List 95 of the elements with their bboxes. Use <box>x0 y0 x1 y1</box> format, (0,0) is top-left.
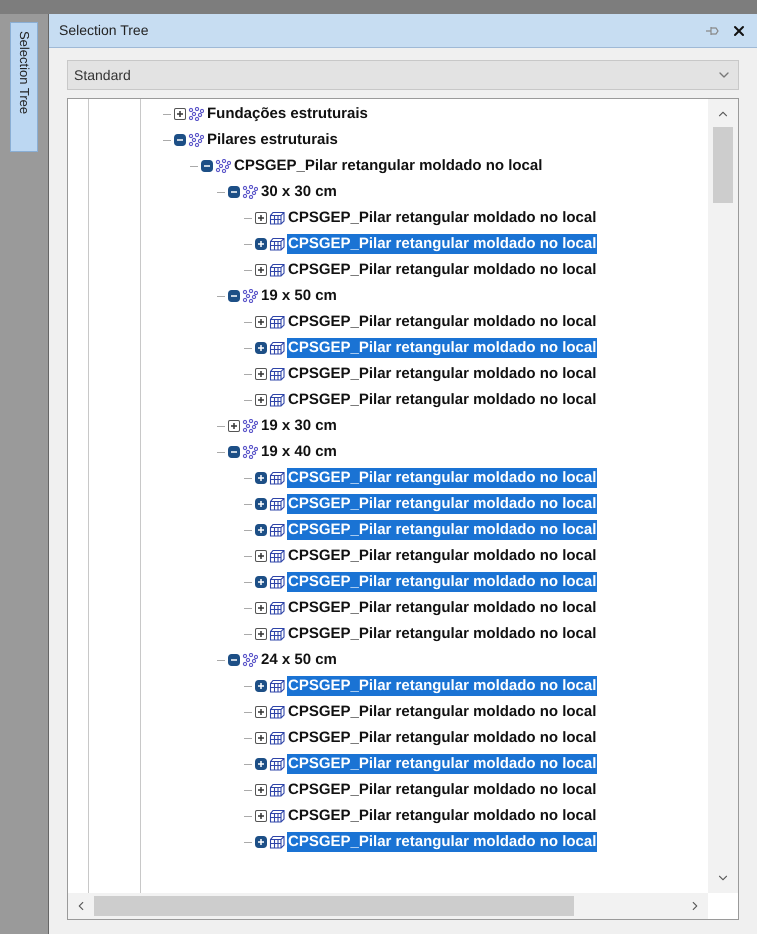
tree-item[interactable]: CPSGEP_Pilar retangular moldado no local <box>287 312 598 332</box>
tree-item[interactable]: CPSGEP_Pilar retangular moldado no local <box>287 832 598 852</box>
expand-icon[interactable] <box>255 602 267 614</box>
table-icon <box>269 341 285 355</box>
tree-item[interactable]: Fundações estruturais <box>206 104 369 124</box>
collapse-icon[interactable] <box>228 186 240 198</box>
table-icon <box>269 237 285 251</box>
expand-icon[interactable] <box>255 264 267 276</box>
collapse-icon[interactable] <box>228 654 240 666</box>
expand-icon[interactable] <box>255 472 267 484</box>
table-icon <box>269 211 285 225</box>
tree-item[interactable]: CPSGEP_Pilar retangular moldado no local <box>287 728 598 748</box>
tree-item[interactable]: 30 x 30 cm <box>260 182 338 202</box>
table-icon <box>269 705 285 719</box>
dots-icon <box>188 133 204 147</box>
table-icon <box>269 575 285 589</box>
tree-item[interactable]: CPSGEP_Pilar retangular moldado no local <box>287 806 598 826</box>
tree-item[interactable]: CPSGEP_Pilar retangular moldado no local <box>287 260 598 280</box>
table-icon <box>269 393 285 407</box>
expand-icon[interactable] <box>255 550 267 562</box>
tree-item[interactable]: CPSGEP_Pilar retangular moldado no local <box>287 520 598 540</box>
expand-icon[interactable] <box>255 784 267 796</box>
table-icon <box>269 835 285 849</box>
table-icon <box>269 783 285 797</box>
table-icon <box>269 263 285 277</box>
expand-icon[interactable] <box>255 342 267 354</box>
table-icon <box>269 601 285 615</box>
tree-item[interactable]: CPSGEP_Pilar retangular moldado no local <box>287 364 598 384</box>
table-icon <box>269 731 285 745</box>
horizontal-scrollbar[interactable] <box>68 893 708 919</box>
expand-icon[interactable] <box>255 238 267 250</box>
expand-icon[interactable] <box>228 420 240 432</box>
vertical-scrollbar[interactable] <box>708 99 738 893</box>
expand-icon[interactable] <box>255 368 267 380</box>
expand-icon[interactable] <box>174 108 186 120</box>
tree-item[interactable]: CPSGEP_Pilar retangular moldado no local <box>287 780 598 800</box>
collapse-icon[interactable] <box>228 290 240 302</box>
side-tab[interactable]: Selection Tree <box>10 22 38 152</box>
expand-icon[interactable] <box>255 706 267 718</box>
tree-item[interactable]: CPSGEP_Pilar retangular moldado no local <box>287 598 598 618</box>
expand-icon[interactable] <box>255 628 267 640</box>
tree-item[interactable]: 19 x 30 cm <box>260 416 338 436</box>
table-icon <box>269 679 285 693</box>
dots-icon <box>188 107 204 121</box>
tree-item[interactable]: CPSGEP_Pilar retangular moldado no local <box>287 676 598 696</box>
expand-icon[interactable] <box>255 212 267 224</box>
tree-item[interactable]: CPSGEP_Pilar retangular moldado no local <box>287 390 598 410</box>
tree-item[interactable]: CPSGEP_Pilar retangular moldado no local <box>287 754 598 774</box>
tree-item[interactable]: 19 x 50 cm <box>260 286 338 306</box>
tree-item[interactable]: CPSGEP_Pilar retangular moldado no local <box>287 624 598 644</box>
tree-item[interactable]: CPSGEP_Pilar retangular moldado no local <box>233 156 544 176</box>
tree-item[interactable]: CPSGEP_Pilar retangular moldado no local <box>287 208 598 228</box>
tree-item[interactable]: CPSGEP_Pilar retangular moldado no local <box>287 494 598 514</box>
dots-icon <box>242 653 258 667</box>
tree-item[interactable]: CPSGEP_Pilar retangular moldado no local <box>287 338 598 358</box>
table-icon <box>269 471 285 485</box>
collapse-icon[interactable] <box>228 446 240 458</box>
table-icon <box>269 523 285 537</box>
expand-icon[interactable] <box>255 498 267 510</box>
tree-item[interactable]: 19 x 40 cm <box>260 442 338 462</box>
tree-item[interactable]: CPSGEP_Pilar retangular moldado no local <box>287 546 598 566</box>
dots-icon <box>242 289 258 303</box>
expand-icon[interactable] <box>255 524 267 536</box>
table-icon <box>269 627 285 641</box>
table-icon <box>269 549 285 563</box>
expand-icon[interactable] <box>255 394 267 406</box>
expand-icon[interactable] <box>255 680 267 692</box>
scrollbar-thumb[interactable] <box>94 896 574 916</box>
table-icon <box>269 367 285 381</box>
pin-icon[interactable] <box>705 24 719 36</box>
expand-icon[interactable] <box>255 316 267 328</box>
tree-item[interactable]: CPSGEP_Pilar retangular moldado no local <box>287 234 598 254</box>
dots-icon <box>242 445 258 459</box>
tree-item[interactable]: CPSGEP_Pilar retangular moldado no local <box>287 468 598 488</box>
tree-item[interactable]: CPSGEP_Pilar retangular moldado no local <box>287 572 598 592</box>
expand-icon[interactable] <box>255 810 267 822</box>
expand-icon[interactable] <box>255 576 267 588</box>
tree-item[interactable]: 24 x 50 cm <box>260 650 338 670</box>
dots-icon <box>242 419 258 433</box>
expand-icon[interactable] <box>255 836 267 848</box>
panel-title: Selection Tree <box>59 21 150 40</box>
collapse-icon[interactable] <box>201 160 213 172</box>
expand-icon[interactable] <box>255 732 267 744</box>
table-icon <box>269 315 285 329</box>
table-icon <box>269 809 285 823</box>
tree-item[interactable]: Pilares estruturais <box>206 130 339 150</box>
tree-item[interactable]: CPSGEP_Pilar retangular moldado no local <box>287 702 598 722</box>
dots-icon <box>215 159 231 173</box>
collapse-icon[interactable] <box>174 134 186 146</box>
scrollbar-thumb[interactable] <box>713 127 733 203</box>
table-icon <box>269 757 285 771</box>
expand-icon[interactable] <box>255 758 267 770</box>
table-icon <box>269 497 285 511</box>
dots-icon <box>242 185 258 199</box>
view-dropdown[interactable]: Standard <box>67 60 739 90</box>
